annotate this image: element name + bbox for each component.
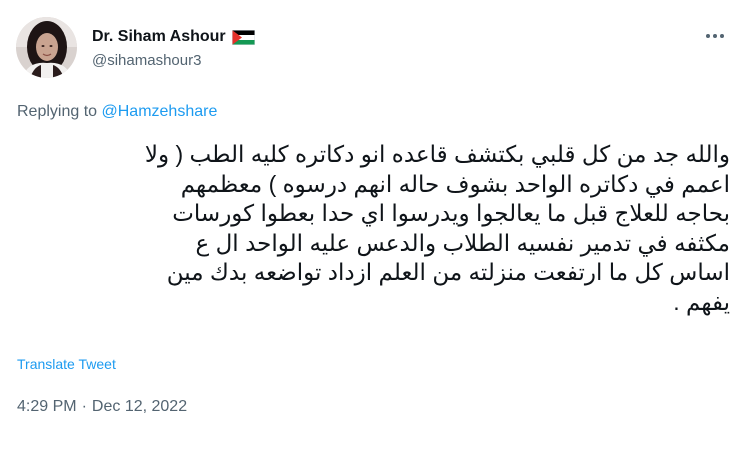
more-dots-icon (706, 34, 710, 38)
display-name[interactable]: Dr. Siham Ashour (92, 28, 226, 46)
tweet-text: والله جد من كل قلبي بكتشف قاعده انو دكات… (14, 140, 730, 317)
tweet-text-line: اساس كل ما ارتفعت منزلته من العلم ازداد … (166, 259, 730, 285)
more-dots-icon (720, 34, 724, 38)
avatar[interactable] (16, 17, 77, 78)
tweet-text-line: اعمم في دكاتره الواحد بشوف حاله انهم درس… (180, 170, 730, 197)
tweet-time[interactable]: 4:29 PM (17, 398, 77, 416)
replying-to: Replying to @Hamzehshare (17, 103, 217, 121)
tweet-text-line: والله جد من كل قلبي بكتشف قاعده انو دكات… (144, 141, 730, 167)
tweet-timestamp: 4:29 PM · Dec 12, 2022 (17, 398, 187, 416)
tweet-text-line: بحاجه للعلاج قبل ما يعالجوا ويدرسوا اي ح… (172, 200, 730, 226)
author-name-row: Dr. Siham Ashour (92, 26, 255, 48)
reply-mention-link[interactable]: @Hamzehshare (102, 103, 218, 120)
tweet-date[interactable]: Dec 12, 2022 (92, 398, 187, 416)
more-dots-icon (713, 34, 717, 38)
tweet-text-line: يفهم . (673, 288, 730, 315)
palestine-flag-icon (231, 29, 255, 45)
tweet-text-line: مكثفه في تدمير نفسيه الطلاب والدعس عليه … (195, 229, 730, 256)
author-handle[interactable]: @sihamashour3 (92, 52, 201, 69)
timestamp-separator: · (81, 398, 87, 415)
more-options-button[interactable] (701, 28, 729, 44)
translate-tweet-link[interactable]: Translate Tweet (17, 356, 116, 372)
profile-photo-avatar (16, 17, 77, 78)
replying-to-label: Replying to (17, 103, 98, 120)
tweet-card: Dr. Siham Ashour @sihamashour3 Replying … (0, 0, 751, 455)
